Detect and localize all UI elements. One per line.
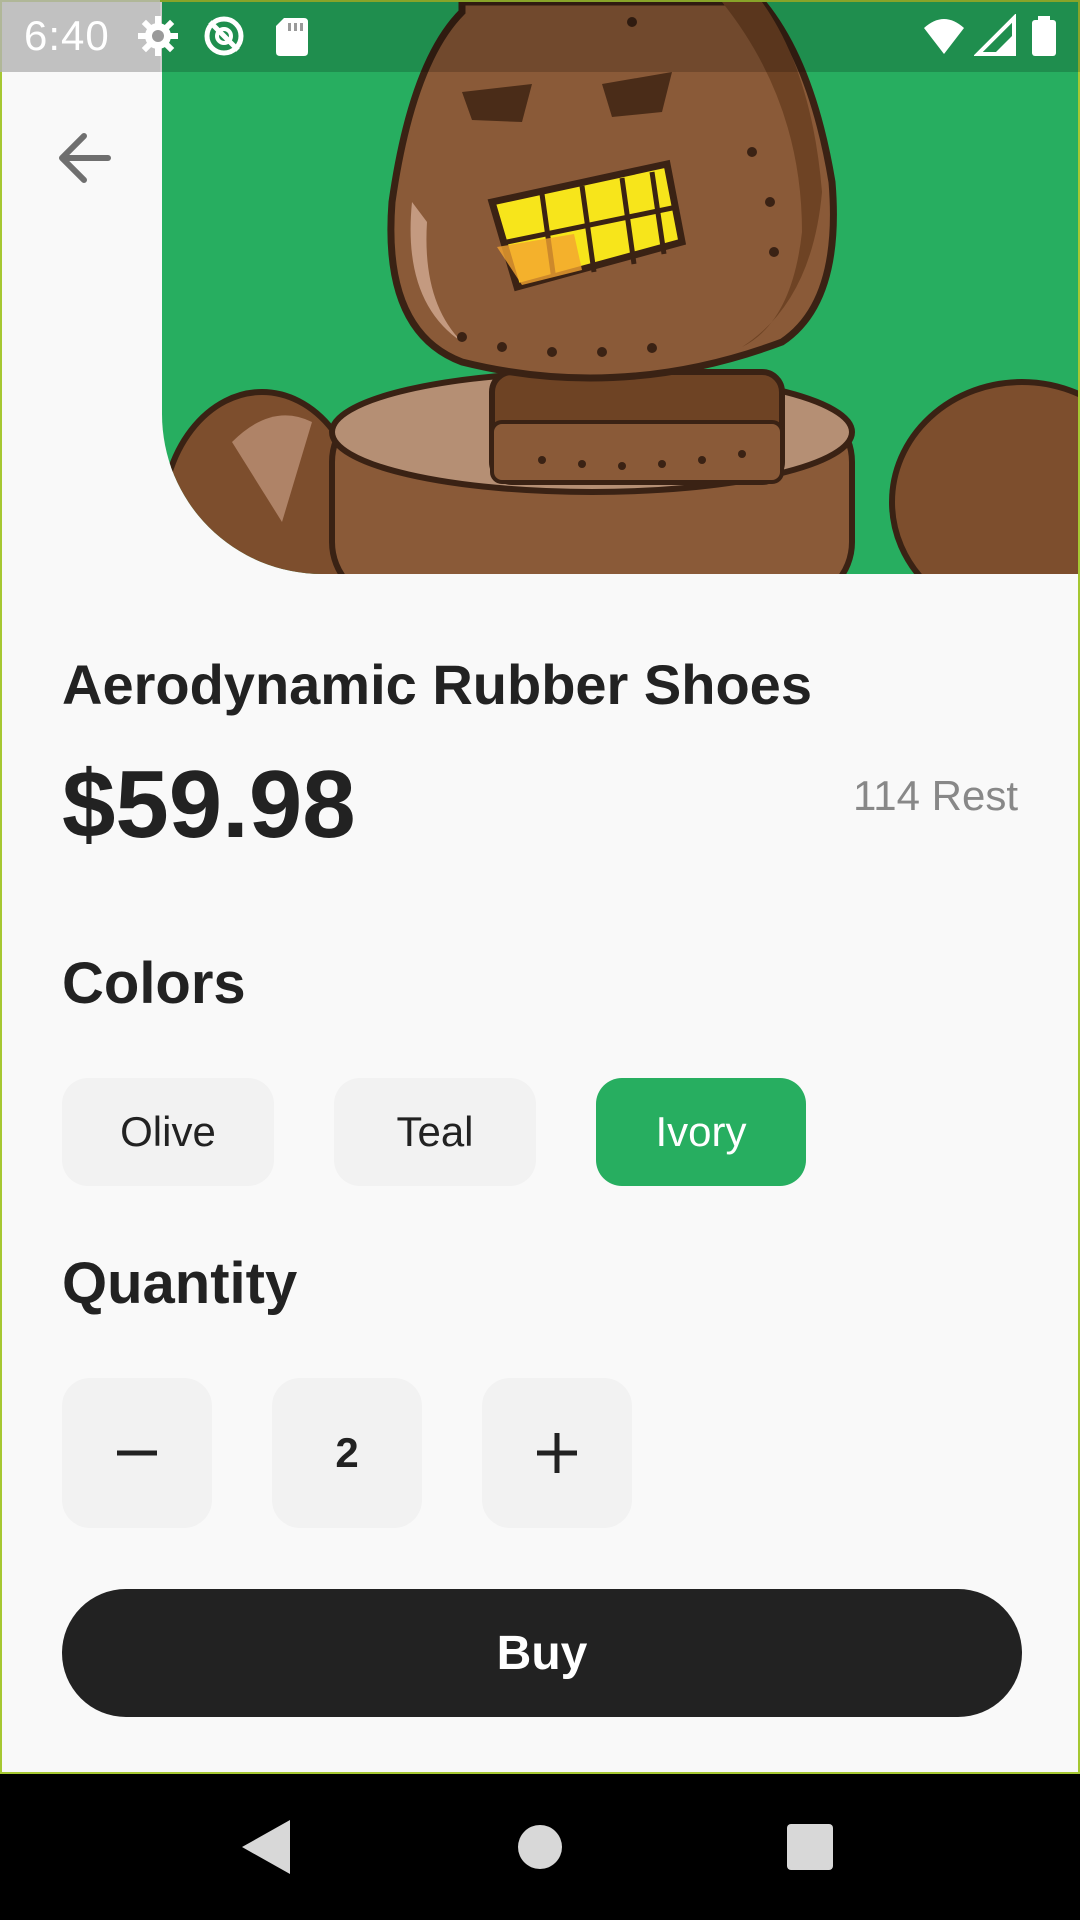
quantity-value: 2 bbox=[335, 1429, 359, 1476]
screen: Aerodynamic Rubber Shoes $59.98 114 Rest… bbox=[0, 0, 1080, 1920]
recents-square-icon[interactable] bbox=[765, 1802, 855, 1892]
quantity-decrement-button[interactable] bbox=[62, 1378, 212, 1528]
color-option-ivory[interactable]: Ivory bbox=[596, 1078, 806, 1186]
no-tracking-icon bbox=[204, 16, 244, 56]
color-option-olive[interactable]: Olive bbox=[62, 1078, 274, 1186]
product-price: $59.98 bbox=[62, 751, 356, 858]
home-circle-icon[interactable] bbox=[495, 1802, 585, 1892]
settings-icon bbox=[138, 16, 178, 56]
wifi-icon bbox=[924, 19, 964, 54]
plus-icon bbox=[537, 1433, 577, 1473]
signal-icon bbox=[974, 14, 1016, 56]
product-hero-image bbox=[162, 2, 1078, 574]
stock-remaining: 114 Rest bbox=[853, 772, 1018, 819]
battery-icon bbox=[1032, 16, 1056, 56]
system-navigation-bar bbox=[0, 1774, 1080, 1920]
color-option-teal[interactable]: Teal bbox=[334, 1078, 536, 1186]
quantity-value-box: 2 bbox=[272, 1378, 422, 1528]
back-triangle-icon[interactable] bbox=[222, 1802, 312, 1892]
arrow-back-icon bbox=[59, 133, 111, 183]
back-button[interactable] bbox=[46, 118, 126, 198]
status-bar: 6:40 bbox=[0, 0, 1080, 72]
status-time: 6:40 bbox=[24, 12, 110, 59]
sd-card-icon bbox=[276, 18, 308, 56]
product-detail-page: Aerodynamic Rubber Shoes $59.98 114 Rest… bbox=[0, 0, 1080, 1774]
quantity-increment-button[interactable] bbox=[482, 1378, 632, 1528]
robot-illustration bbox=[162, 2, 1078, 574]
colors-label: Colors bbox=[62, 951, 246, 1016]
quantity-label: Quantity bbox=[62, 1251, 298, 1316]
buy-button[interactable]: Buy bbox=[62, 1589, 1022, 1717]
product-title: Aerodynamic Rubber Shoes bbox=[62, 653, 812, 716]
minus-icon bbox=[117, 1450, 157, 1456]
